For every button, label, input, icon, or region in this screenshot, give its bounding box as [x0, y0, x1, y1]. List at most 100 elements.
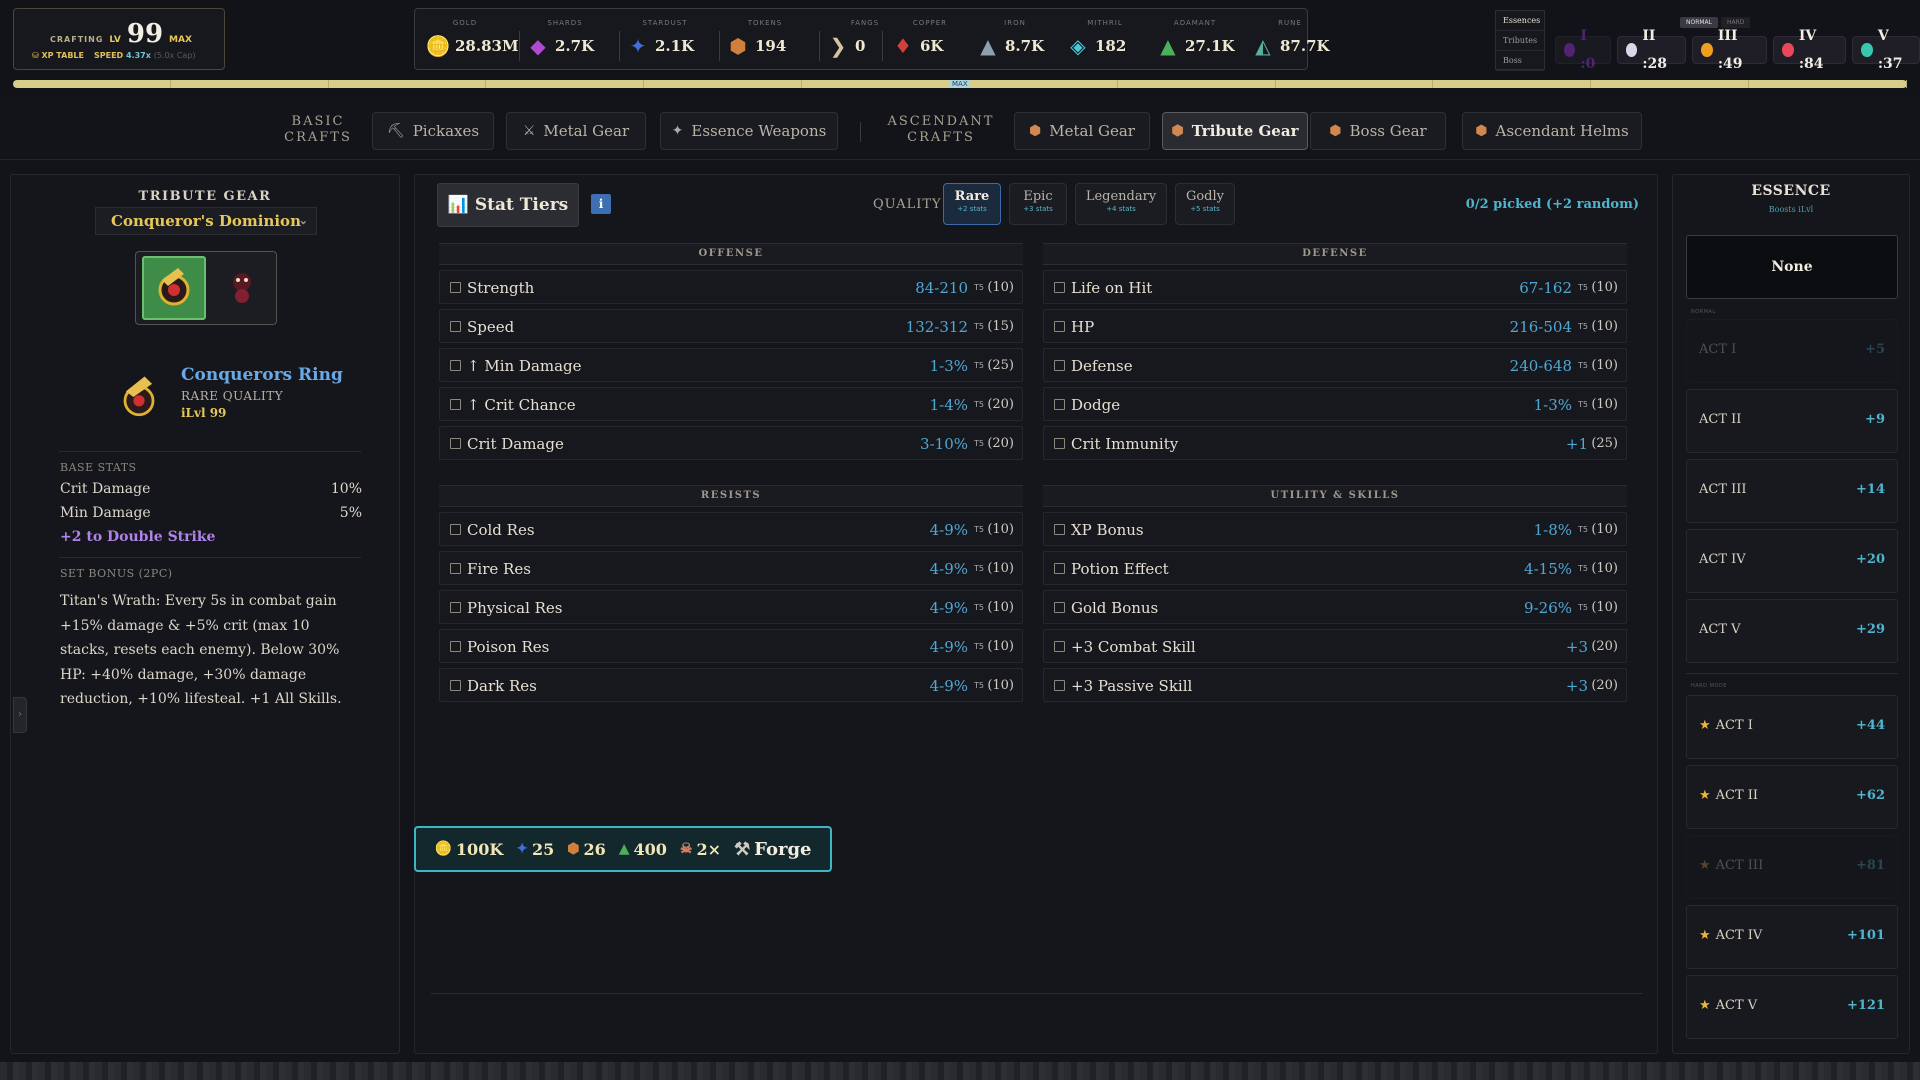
resource-value: 87.7K — [1280, 37, 1330, 55]
essence-act-option[interactable]: ACT III +14 — [1686, 459, 1898, 523]
info-icon[interactable]: i — [591, 194, 611, 214]
stat-checkbox[interactable] — [450, 399, 461, 410]
essence-act-option[interactable]: ★ ACT IV +101 — [1686, 905, 1898, 969]
stat-checkbox[interactable] — [1054, 563, 1065, 574]
essence-act-option[interactable]: ★ ACT I +44 — [1686, 695, 1898, 759]
nav-ascendant-metal-gear[interactable]: ⬢ Metal Gear — [1014, 112, 1150, 150]
stat-checkbox[interactable] — [1054, 602, 1065, 613]
stat-checkbox[interactable] — [1054, 524, 1065, 535]
divider — [619, 31, 620, 61]
quality-epic[interactable]: Epic +3 stats — [1009, 183, 1067, 225]
stat-row[interactable]: Poison Res 4-9% T5 (10) — [439, 629, 1023, 663]
utility-header: UTILITY & SKILLS — [1043, 485, 1627, 507]
picked-count: 0/2 picked (+2 random) — [1465, 197, 1639, 212]
act-essence-count[interactable]: IV :84 — [1773, 28, 1847, 72]
resource-iron: IRON ▲ 8.7K — [975, 9, 1065, 71]
stat-row[interactable]: HP 216-504 T5 (10) — [1043, 309, 1627, 343]
crafting-level: 99 — [126, 19, 164, 49]
side-tab-tributes[interactable]: Tributes — [1496, 31, 1544, 51]
nav-ascendant-boss-gear[interactable]: ⬢ Boss Gear — [1310, 112, 1446, 150]
essence-act-option[interactable]: ★ ACT II +62 — [1686, 765, 1898, 829]
quality-godly[interactable]: Godly +5 stats — [1175, 183, 1235, 225]
stat-checkbox[interactable] — [450, 321, 461, 332]
essence-act-option[interactable]: ACT V +29 — [1686, 599, 1898, 663]
act-essence-count[interactable]: II :28 — [1616, 28, 1687, 72]
collapse-handle[interactable]: › — [13, 697, 27, 733]
stat-row[interactable]: ↑ Min Damage 1-3% T5 (25) — [439, 348, 1023, 382]
quality-rare[interactable]: Rare +2 stats — [943, 183, 1001, 225]
stat-checkbox[interactable] — [1054, 680, 1065, 691]
essence-orb-icon — [1625, 43, 1638, 57]
nav-basic-pickaxes[interactable]: ⛏ Pickaxes — [372, 112, 494, 150]
stat-row[interactable]: Defense 240-648 T5 (10) — [1043, 348, 1627, 382]
act-name: ★ ACT V — [1699, 998, 1757, 1013]
stat-checkbox[interactable] — [450, 563, 461, 574]
essence-act-option[interactable]: ★ ACT III +81 — [1686, 835, 1898, 899]
stat-checkbox[interactable] — [450, 680, 461, 691]
nav-basic-essence-weapons[interactable]: ✦ Essence Weapons — [660, 112, 838, 150]
stat-row[interactable]: Fire Res 4-9% T5 (10) — [439, 551, 1023, 585]
stat-checkbox[interactable] — [450, 360, 461, 371]
stat-checkbox[interactable] — [1054, 641, 1065, 652]
essence-act-option[interactable]: ACT IV +20 — [1686, 529, 1898, 593]
stat-row[interactable]: Strength 84-210 T5 (10) — [439, 270, 1023, 304]
stat-checkbox[interactable] — [1054, 438, 1065, 449]
stat-row[interactable]: Crit Immunity +1 (25) — [1043, 426, 1627, 460]
stat-row[interactable]: Crit Damage 3-10% T5 (20) — [439, 426, 1023, 460]
nav-basic-metal-gear[interactable]: ⚔ Metal Gear — [506, 112, 646, 150]
side-tab-boss[interactable]: Boss — [1496, 51, 1544, 71]
stat-row[interactable]: Dodge 1-3% T5 (10) — [1043, 387, 1627, 421]
act-name: ★ ACT IV — [1699, 928, 1762, 943]
stat-row[interactable]: +3 Passive Skill +3 (20) — [1043, 668, 1627, 702]
stat-row[interactable]: XP Bonus 1-8% T5 (10) — [1043, 512, 1627, 546]
essence-orb-icon — [1701, 43, 1713, 57]
stat-row[interactable]: Speed 132-312 T5 (15) — [439, 309, 1023, 343]
stat-weight: (10) — [987, 522, 1014, 537]
stat-tiers-button[interactable]: 📊 Stat Tiers — [437, 183, 579, 227]
nav-ascendant-ascendant-helms[interactable]: ⬢ Ascendant Helms — [1462, 112, 1642, 150]
hammer-icon: ⚒ — [734, 838, 751, 860]
stat-checkbox[interactable] — [450, 438, 461, 449]
quality-legendary[interactable]: Legendary +4 stats — [1075, 183, 1167, 225]
stat-checkbox[interactable] — [1054, 360, 1065, 371]
essence-none-button[interactable]: None — [1686, 235, 1898, 299]
stat-checkbox[interactable] — [1054, 282, 1065, 293]
stat-row[interactable]: Life on Hit 67-162 T5 (10) — [1043, 270, 1627, 304]
stat-row[interactable]: Cold Res 4-9% T5 (10) — [439, 512, 1023, 546]
forge-cost: ⬢ 26 — [567, 840, 606, 859]
star-icon: ★ — [1699, 718, 1711, 733]
stat-tier: T5 — [974, 400, 984, 409]
stat-range: 3-10% — [920, 435, 968, 453]
essence-act-option[interactable]: ACT I +5 — [1686, 319, 1898, 383]
act-count-label: III :49 — [1717, 28, 1743, 72]
crafting-level-box: CRAFTING LV 99 MAX ⛁ XP TABLE SPEED 4.37… — [13, 8, 225, 70]
shield-icon: ⬢ — [1029, 123, 1042, 139]
stat-tier: T5 — [974, 322, 984, 331]
stat-weight: (10) — [987, 600, 1014, 615]
stat-row[interactable]: Potion Effect 4-15% T5 (10) — [1043, 551, 1627, 585]
amulet-slot-icon[interactable] — [210, 256, 274, 320]
side-tab-essences[interactable]: Essences — [1496, 11, 1544, 31]
stat-row[interactable]: +3 Combat Skill +3 (20) — [1043, 629, 1627, 663]
nav-ascendant-tribute-gear[interactable]: ⬢ Tribute Gear — [1162, 112, 1308, 150]
stat-checkbox[interactable] — [450, 524, 461, 535]
stat-checkbox[interactable] — [450, 641, 461, 652]
essence-act-option[interactable]: ★ ACT V +121 — [1686, 975, 1898, 1039]
set-select[interactable]: Conqueror's Dominion ⌄ — [95, 207, 317, 235]
stat-checkbox[interactable] — [1054, 399, 1065, 410]
stat-row[interactable]: Physical Res 4-9% T5 (10) — [439, 590, 1023, 624]
act-essence-count[interactable]: III :49 — [1692, 28, 1768, 72]
ring-slot-icon[interactable] — [142, 256, 206, 320]
act-essence-count[interactable]: V :37 — [1852, 28, 1920, 72]
forge-button[interactable]: 🪙 100K ✦ 25 ⬢ 26 ▲ 400 ☠ 2× ⚒ Forge — [414, 826, 832, 872]
stat-checkbox[interactable] — [1054, 321, 1065, 332]
stat-checkbox[interactable] — [450, 602, 461, 613]
act-essence-count[interactable]: I :0 — [1555, 28, 1611, 72]
stat-checkbox[interactable] — [450, 282, 461, 293]
stat-row[interactable]: ↑ Crit Chance 1-4% T5 (20) — [439, 387, 1023, 421]
stat-row[interactable]: Gold Bonus 9-26% T5 (10) — [1043, 590, 1627, 624]
xp-table-link[interactable]: ⛁ XP TABLE — [32, 51, 84, 60]
difficulty-normal[interactable]: NORMAL — [1680, 17, 1719, 28]
stat-row[interactable]: Dark Res 4-9% T5 (10) — [439, 668, 1023, 702]
essence-act-option[interactable]: ACT II +9 — [1686, 389, 1898, 453]
